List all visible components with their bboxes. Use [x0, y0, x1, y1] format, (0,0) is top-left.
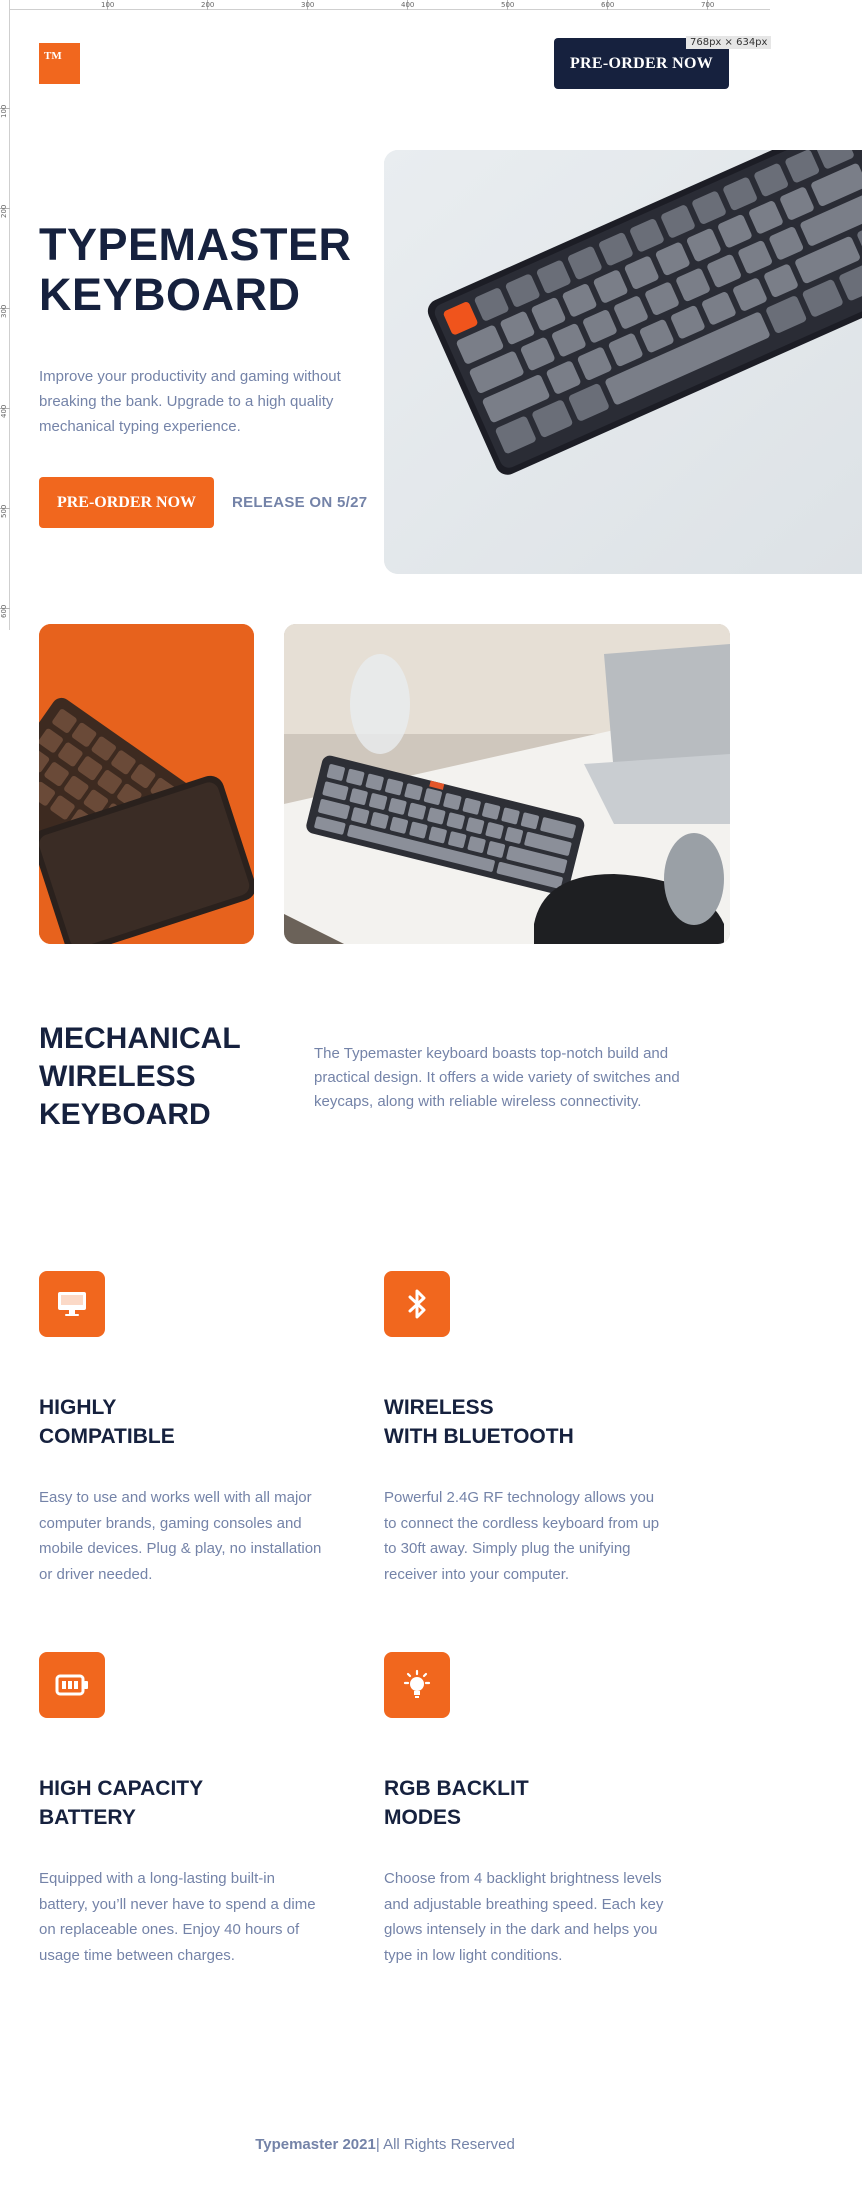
feature-battery: HIGH CAPACITY BATTERY Equipped with a lo… [39, 1652, 329, 1968]
intro-title-line: KEYBOARD [39, 1098, 211, 1131]
hero-description: Improve your productivity and gaming wit… [39, 368, 341, 435]
brand-logo[interactable]: TM [39, 43, 80, 84]
intro-title-line: WIRELESS [39, 1060, 196, 1093]
lightbulb-icon [384, 1652, 450, 1718]
ruler-label: 700 [701, 1, 715, 9]
intro-title-line: MECHANICAL [39, 1022, 241, 1055]
ruler-label: 600 [601, 1, 615, 9]
hero-preorder-button[interactable]: PRE-ORDER NOW [39, 477, 214, 528]
keyboard-hero-image [384, 150, 862, 574]
ruler-label: 200 [0, 204, 8, 218]
bluetooth-icon [384, 1271, 450, 1337]
devtools-ruler-horizontal: 100 200 300 400 500 600 700 [0, 0, 770, 10]
ruler-label: 500 [0, 504, 8, 518]
ruler-label: 200 [201, 1, 215, 9]
feature-title: HIGH CAPACITY BATTERY [39, 1777, 204, 1829]
hero-title-line: KEYBOARD [39, 269, 301, 320]
keyboard-desk-photo [284, 624, 730, 944]
intro-title: MECHANICAL WIRELESS KEYBOARD [39, 1020, 299, 1134]
footer-brand: Typemaster 2021 [255, 2136, 376, 2153]
battery-icon [39, 1652, 105, 1718]
viewport-size-badge: 768px × 634px [686, 36, 772, 49]
feature-compatible: HIGHLY COMPATIBLE Easy to use and works … [39, 1271, 329, 1587]
hero-title: TYPEMASTER KEYBOARD [39, 220, 369, 320]
feature-rgb: RGB BACKLIT MODES Choose from 4 backligh… [384, 1652, 674, 1968]
ruler-label: 600 [0, 604, 8, 618]
intro-description: The Typemaster keyboard boasts top-notch… [314, 1045, 680, 1110]
ruler-label: 300 [0, 304, 8, 318]
feature-description: Choose from 4 backlight brightness level… [384, 1870, 664, 1964]
ruler-label: 500 [501, 1, 515, 9]
keyboard-orange-photo [39, 624, 254, 944]
ruler-label: 300 [301, 1, 315, 9]
devtools-ruler-vertical: 100 200 300 400 500 600 [0, 0, 10, 630]
feature-title: WIRELESS WITH BLUETOOTH [384, 1396, 574, 1448]
ruler-label: 400 [0, 404, 8, 418]
ruler-label: 100 [101, 1, 115, 9]
feature-title: RGB BACKLIT MODES [384, 1777, 529, 1829]
ruler-label: 100 [0, 104, 8, 118]
hero-title-line: TYPEMASTER [39, 219, 352, 270]
feature-description: Powerful 2.4G RF technology allows you t… [384, 1489, 660, 1583]
ruler-label: 400 [401, 1, 415, 9]
feature-description: Equipped with a long-lasting built-in ba… [39, 1870, 316, 1964]
monitor-icon [39, 1271, 105, 1337]
footer: Typemaster 2021| All Rights Reserved [0, 2136, 770, 2153]
feature-title: HIGHLY COMPATIBLE [39, 1396, 175, 1448]
feature-description: Easy to use and works well with all majo… [39, 1489, 322, 1583]
release-date-text: RELEASE ON 5/27 [232, 494, 368, 511]
footer-rights: | All Rights Reserved [375, 2136, 515, 2153]
feature-bluetooth: WIRELESS WITH BLUETOOTH Powerful 2.4G RF… [384, 1271, 674, 1587]
